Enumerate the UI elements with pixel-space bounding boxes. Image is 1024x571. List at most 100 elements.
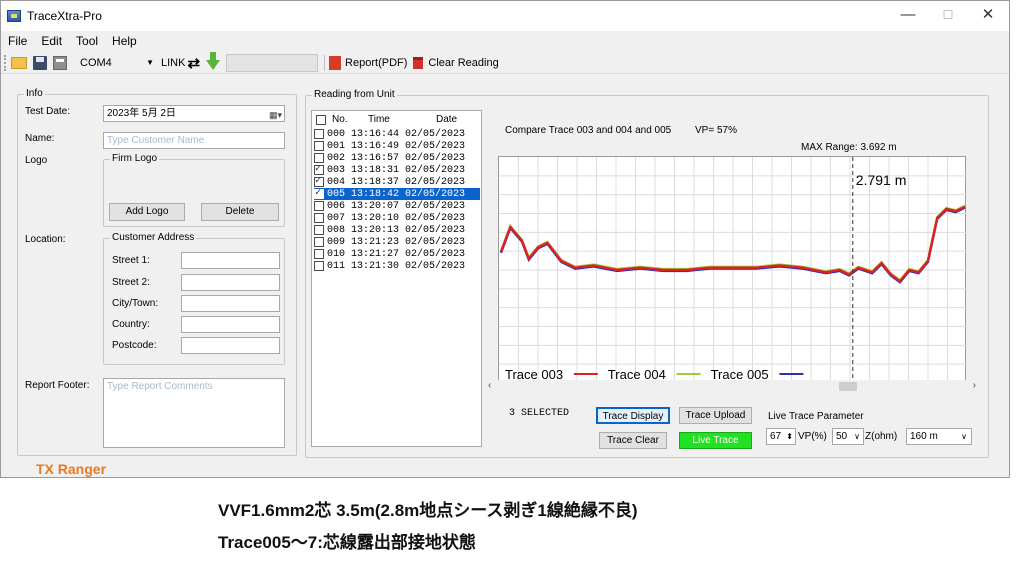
chart-scrollbar[interactable]: ‹ › xyxy=(485,380,979,394)
range-select[interactable]: 160 m ∨ xyxy=(906,428,972,445)
info-group-title: Info xyxy=(24,88,45,99)
trace-clear-button[interactable]: Trace Clear xyxy=(599,432,667,449)
reading-row[interactable]: 003 13:18:31 02/05/2023 xyxy=(314,163,480,176)
vp-text: VP= 57% xyxy=(695,125,737,136)
calendar-icon[interactable]: ▦▾ xyxy=(269,108,282,123)
report-footer-textarea[interactable]: Type Report Comments xyxy=(103,378,285,448)
port-select[interactable]: COM4 ▼ xyxy=(75,54,159,72)
reading-row-text: 007 13:20:10 02/05/2023 xyxy=(327,212,466,224)
toolbar-grip xyxy=(4,54,7,71)
range-value: 160 m xyxy=(910,431,938,442)
reading-row-text: 004 13:18:37 02/05/2023 xyxy=(327,176,466,188)
reading-checkbox[interactable] xyxy=(314,163,324,175)
open-folder-icon[interactable] xyxy=(11,56,27,69)
customer-name-input[interactable]: Type Customer Name xyxy=(103,132,285,149)
vp-unit: VP(%) xyxy=(798,431,827,442)
reading-row[interactable]: 002 13:16:57 02/05/2023 xyxy=(314,152,480,164)
delete-logo-button[interactable]: Delete xyxy=(201,203,279,221)
minimize-button[interactable]: — xyxy=(897,5,919,25)
scroll-thumb[interactable] xyxy=(839,382,857,391)
menu-file[interactable]: File xyxy=(1,34,34,48)
vp-stepper[interactable]: 67 ⬍ xyxy=(766,428,796,445)
city-input[interactable] xyxy=(181,295,280,312)
reading-row[interactable]: 011 13:21:30 02/05/2023 xyxy=(314,260,480,272)
col-time: Time xyxy=(368,114,390,125)
clear-reading-label: Clear Reading xyxy=(428,56,499,69)
reading-row[interactable]: 007 13:20:10 02/05/2023 xyxy=(314,212,480,224)
maximize-button[interactable]: ☐ xyxy=(937,5,959,25)
reading-checkbox[interactable] xyxy=(314,175,324,187)
save-icon[interactable] xyxy=(33,55,47,70)
reading-row-text: 001 13:16:49 02/05/2023 xyxy=(327,140,466,152)
reading-list[interactable]: No. Time Date 000 13:16:44 02/05/2023 001… xyxy=(311,110,482,447)
country-label: Country: xyxy=(112,319,150,330)
reading-row-text: 005 13:18:42 02/05/2023 xyxy=(327,188,466,200)
reading-checkbox[interactable] xyxy=(314,237,324,247)
max-range-text: MAX Range: 3.692 m xyxy=(801,142,897,153)
main-window: TraceXtra-Pro — ☐ ✕ File Edit Tool Help … xyxy=(0,0,1010,478)
trace-chart-svg: 2.791 mTrace 003 Trace 004 Trace 005 xyxy=(499,157,967,383)
selected-count: 3 SELECTED xyxy=(509,408,570,419)
reading-checkbox[interactable] xyxy=(314,249,324,259)
close-button[interactable]: ✕ xyxy=(977,5,999,25)
menu-tool[interactable]: Tool xyxy=(69,34,105,48)
reading-row-text: 008 13:20:13 02/05/2023 xyxy=(327,224,466,236)
download-arrow-icon[interactable] xyxy=(206,51,221,70)
trace-upload-button[interactable]: Trace Upload xyxy=(679,407,752,424)
postcode-input[interactable] xyxy=(181,337,280,354)
postcode-label: Postcode: xyxy=(112,340,157,351)
add-logo-button[interactable]: Add Logo xyxy=(109,203,185,221)
menu-edit[interactable]: Edit xyxy=(34,34,69,48)
reading-row[interactable]: 006 13:20:07 02/05/2023 xyxy=(314,200,480,212)
z-select[interactable]: 50 ∨ xyxy=(832,428,864,445)
print-icon[interactable] xyxy=(53,55,67,70)
street1-input[interactable] xyxy=(181,252,280,269)
trace-chart[interactable]: 2.791 m Trace 003 Trace 004 Trace 005 xyxy=(498,156,967,383)
reading-list-header: No. Time Date xyxy=(312,113,481,127)
reading-row-text: 003 13:18:31 02/05/2023 xyxy=(327,164,466,176)
test-date-label: Test Date: xyxy=(25,106,71,117)
scroll-left-icon[interactable]: ‹ xyxy=(488,380,491,391)
reading-row[interactable]: 004 13:18:37 02/05/2023 xyxy=(314,175,480,188)
report-pdf-button[interactable]: Report(PDF) xyxy=(329,55,407,70)
reading-checkbox[interactable] xyxy=(314,129,324,139)
reading-row[interactable]: 001 13:16:49 02/05/2023 xyxy=(314,140,480,152)
report-footer-label: Report Footer: xyxy=(25,380,90,391)
port-value: COM4 xyxy=(80,56,112,69)
select-all-checkbox[interactable] xyxy=(316,115,326,125)
reading-checkbox[interactable] xyxy=(314,153,324,163)
reading-checkbox[interactable] xyxy=(314,225,324,235)
customer-address-title: Customer Address xyxy=(110,232,197,243)
reading-row[interactable]: 009 13:21:23 02/05/2023 xyxy=(314,236,480,248)
reading-row[interactable]: 008 13:20:13 02/05/2023 xyxy=(314,224,480,236)
col-no: No. xyxy=(332,114,348,125)
name-label: Name: xyxy=(25,133,55,144)
reading-row[interactable]: 000 13:16:44 02/05/2023 xyxy=(314,128,480,140)
reading-checkbox[interactable] xyxy=(314,141,324,151)
country-input[interactable] xyxy=(181,316,280,333)
reading-row[interactable]: 010 13:21:27 02/05/2023 xyxy=(314,248,480,260)
reading-row-text: 000 13:16:44 02/05/2023 xyxy=(327,128,466,140)
firm-logo-title: Firm Logo xyxy=(110,153,160,164)
vp-value: 67 xyxy=(770,431,782,442)
reading-checkbox[interactable] xyxy=(314,213,324,223)
menu-bar: File Edit Tool Help xyxy=(1,31,1009,51)
stepper-icon[interactable]: ⬍ xyxy=(786,429,793,444)
reading-checkbox[interactable] xyxy=(314,187,324,199)
trace-display-button[interactable]: Trace Display xyxy=(596,407,670,424)
menu-help[interactable]: Help xyxy=(105,34,144,48)
cursor-label: 2.791 m xyxy=(856,172,907,188)
reading-checkbox[interactable] xyxy=(314,261,324,271)
live-trace-button[interactable]: Live Trace xyxy=(679,432,752,449)
street2-input[interactable] xyxy=(181,274,280,291)
scroll-right-icon[interactable]: › xyxy=(973,380,976,391)
test-date-value: 2023年 5月 2日 xyxy=(107,108,176,119)
logo-label: Logo xyxy=(25,155,48,166)
toolbar-separator xyxy=(324,54,326,71)
reading-checkbox[interactable] xyxy=(314,201,324,211)
reading-row[interactable]: 005 13:18:42 02/05/2023 xyxy=(314,187,480,200)
customer-name-placeholder: Type Customer Name xyxy=(107,135,205,146)
clear-reading-button[interactable]: Clear Reading xyxy=(413,56,499,69)
test-date-picker[interactable]: 2023年 5月 2日 ▦▾ xyxy=(103,105,285,122)
link-icon[interactable]: ⇄ xyxy=(187,54,200,72)
